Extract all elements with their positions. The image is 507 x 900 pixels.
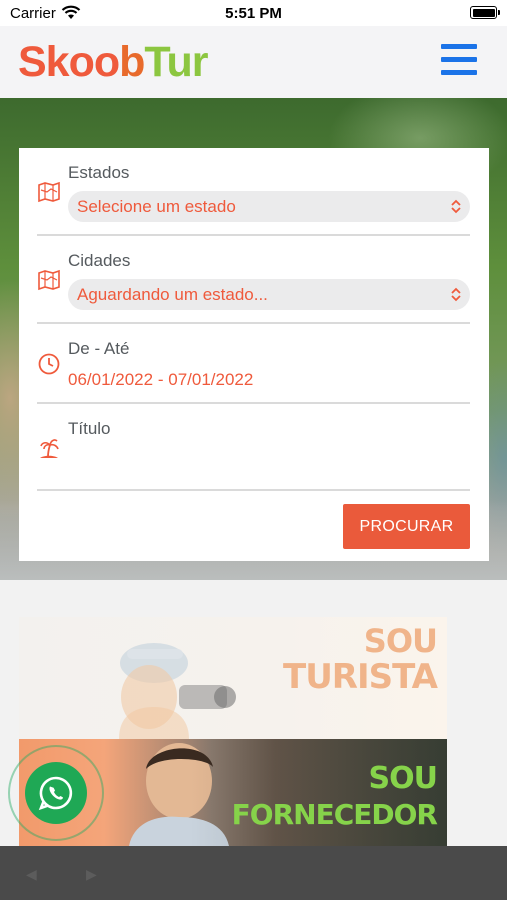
cities-select[interactable]: Aguardando um estado... xyxy=(68,279,470,310)
date-range[interactable]: 06/01/2022 - 07/01/2022 xyxy=(68,370,253,390)
divider xyxy=(37,489,470,491)
status-bar: Carrier 5:51 PM xyxy=(0,0,507,26)
date-separator: - xyxy=(157,370,164,389)
status-time: 5:51 PM xyxy=(225,5,282,22)
bottom-toolbar: ◀ ▶ xyxy=(0,846,507,900)
title-label: Título xyxy=(68,419,111,438)
forward-arrow-icon[interactable]: ▶ xyxy=(86,866,97,883)
hamburger-menu-icon[interactable] xyxy=(441,44,477,76)
map-icon xyxy=(38,181,60,203)
states-label: Estados xyxy=(68,163,130,182)
skoobtur-logo[interactable]: SkoobTur xyxy=(18,34,209,90)
whatsapp-icon xyxy=(38,776,73,811)
date-to[interactable]: 07/01/2022 xyxy=(168,370,253,389)
tourist-photo xyxy=(119,643,236,739)
back-arrow-icon[interactable]: ◀ xyxy=(26,866,37,883)
banner-sou-turista[interactable]: SOU TURISTA xyxy=(19,617,447,739)
date-from[interactable]: 06/01/2022 xyxy=(68,370,153,389)
whatsapp-button[interactable] xyxy=(25,762,87,824)
chevron-up-down-icon xyxy=(451,287,461,302)
dates-label: De - Até xyxy=(68,339,130,358)
chevron-up-down-icon xyxy=(451,199,461,214)
divider xyxy=(37,402,470,404)
title-input[interactable] xyxy=(68,444,470,484)
search-button[interactable]: PROCURAR xyxy=(343,504,470,549)
search-form-card: Estados Selecione um estado Cidades Agua… xyxy=(19,148,489,561)
banner-provider-line2: FORNECEDOR xyxy=(231,798,438,831)
navbar: SkoobTur xyxy=(0,26,507,98)
map-icon xyxy=(38,269,60,291)
divider xyxy=(37,234,470,236)
banner-tourist-line1: SOU xyxy=(363,622,438,660)
palm-island-icon xyxy=(40,439,59,458)
clock-icon xyxy=(38,353,60,375)
states-select[interactable]: Selecione um estado xyxy=(68,191,470,222)
divider xyxy=(37,322,470,324)
banner-tourist-line2: TURISTA xyxy=(283,657,438,697)
battery-icon xyxy=(470,6,500,19)
cities-label: Cidades xyxy=(68,251,131,270)
banner-provider-line1: SOU xyxy=(368,761,438,796)
